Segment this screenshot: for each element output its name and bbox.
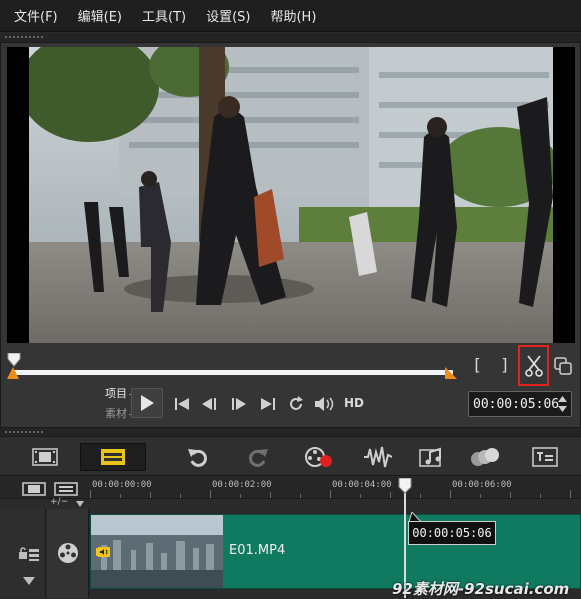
prev-frame-icon bbox=[202, 398, 216, 410]
timeline-view-icon bbox=[101, 449, 125, 465]
show-all-video-tracks-icon[interactable] bbox=[22, 482, 46, 496]
timeline-view-button[interactable] bbox=[80, 443, 146, 471]
volume-button[interactable] bbox=[314, 393, 336, 415]
mark-in-button[interactable]: [ bbox=[467, 354, 487, 376]
video-preview bbox=[7, 47, 575, 343]
motion-tracking-button[interactable] bbox=[466, 443, 504, 471]
mark-out-button[interactable]: ] bbox=[495, 354, 515, 376]
storyboard-view-button[interactable] bbox=[26, 443, 64, 471]
repeat-button[interactable] bbox=[285, 393, 307, 415]
menu-help[interactable]: 帮助(H) bbox=[270, 6, 316, 25]
auto-music-button[interactable] bbox=[413, 443, 451, 471]
record-film-icon bbox=[305, 447, 332, 467]
lock-ripple-icon[interactable] bbox=[18, 547, 40, 561]
clip-thumbnail bbox=[91, 515, 223, 588]
film-reel-icon bbox=[58, 543, 78, 563]
panel-grip[interactable] bbox=[0, 33, 581, 42]
track-type-header[interactable] bbox=[47, 509, 89, 598]
ruler-tick-label: 00:00:00:00 bbox=[92, 480, 152, 490]
track-zoom-label[interactable]: +/− bbox=[50, 497, 68, 507]
mode-project-label[interactable]: 项目 bbox=[93, 384, 135, 404]
subtitle-icon bbox=[532, 447, 558, 467]
scrubber-track[interactable] bbox=[13, 370, 453, 375]
watermark: 92素材网-92sucai.com bbox=[392, 580, 570, 598]
redo-icon bbox=[249, 449, 268, 467]
timecode-field[interactable]: 00:00:05:06 bbox=[468, 391, 572, 417]
hd-toggle[interactable]: HD bbox=[344, 396, 364, 410]
timecode-value[interactable]: 00:00:05:06 bbox=[473, 397, 559, 412]
record-capture-button[interactable] bbox=[300, 443, 338, 471]
menu-edit[interactable]: 编辑(E) bbox=[78, 6, 122, 25]
audio-waveform-icon bbox=[364, 446, 392, 468]
timeline-playhead-handle[interactable] bbox=[398, 478, 412, 494]
repeat-icon bbox=[290, 396, 303, 410]
skip-start-icon bbox=[175, 398, 189, 410]
menu-tools[interactable]: 工具(T) bbox=[142, 6, 186, 25]
playhead-timecode-tooltip: 00:00:05:06 bbox=[408, 521, 496, 545]
subtitle-editor-button[interactable] bbox=[526, 443, 564, 471]
music-notes-icon bbox=[419, 447, 441, 467]
clip-filename: E01.MP4 bbox=[229, 543, 286, 558]
menu-file[interactable]: 文件(F) bbox=[14, 6, 58, 25]
track-header-controls bbox=[0, 509, 46, 598]
ruler-tick-label: 00:00:04:00 bbox=[332, 480, 392, 490]
next-frame-icon bbox=[232, 398, 246, 410]
copy-snapshot-icon[interactable] bbox=[553, 355, 573, 377]
mark-in-marker[interactable] bbox=[7, 367, 19, 379]
tracking-circles-icon bbox=[471, 448, 499, 466]
undo-button[interactable] bbox=[179, 443, 217, 471]
video-frame-image bbox=[29, 47, 553, 343]
menu-settings[interactable]: 设置(S) bbox=[206, 6, 250, 25]
timeline-panel-grip[interactable] bbox=[0, 428, 581, 436]
speaker-icon bbox=[315, 397, 334, 411]
redo-button[interactable] bbox=[239, 443, 277, 471]
go-to-end-button[interactable] bbox=[257, 393, 279, 415]
previous-frame-button[interactable] bbox=[199, 393, 221, 415]
timeline-ruler-row: 00:00:00:00 00:00:02:00 00:00:04:00 00:0… bbox=[0, 477, 581, 499]
mode-clip-label[interactable]: 素材 bbox=[93, 404, 135, 424]
skip-end-icon bbox=[261, 398, 275, 410]
timeline-toolbar bbox=[0, 436, 581, 476]
next-frame-button[interactable] bbox=[227, 393, 249, 415]
timecode-spinner-icon[interactable] bbox=[558, 395, 567, 413]
track-zoom-row: +/− bbox=[46, 497, 581, 509]
scrubber-playhead-handle[interactable] bbox=[7, 353, 21, 367]
scissors-icon bbox=[524, 354, 543, 377]
ruler-tick-label: 00:00:06:00 bbox=[452, 480, 512, 490]
menu-bar: 文件(F) 编辑(E) 工具(T) 设置(S) 帮助(H) bbox=[0, 0, 581, 32]
go-to-start-button[interactable] bbox=[171, 393, 193, 415]
undo-icon bbox=[188, 449, 207, 467]
preview-scrubber[interactable] bbox=[7, 349, 457, 385]
mark-out-marker[interactable] bbox=[445, 367, 457, 379]
mode-switch[interactable]: 项目 素材 bbox=[93, 384, 135, 424]
chevron-down-icon[interactable] bbox=[76, 501, 84, 507]
chevron-down-icon[interactable] bbox=[23, 577, 35, 585]
ruler-tick-label: 00:00:02:00 bbox=[212, 480, 272, 490]
play-icon bbox=[141, 395, 154, 411]
split-clip-button[interactable] bbox=[518, 345, 549, 386]
preview-panel: [ ] 项目 素材 HD 00:00:05:06 bbox=[0, 42, 581, 428]
clip-audio-icon bbox=[98, 547, 110, 557]
filmstrip-icon bbox=[32, 448, 58, 466]
audio-mixer-button[interactable] bbox=[359, 443, 397, 471]
track-manager-icon[interactable] bbox=[54, 482, 78, 496]
play-button[interactable] bbox=[131, 388, 163, 418]
